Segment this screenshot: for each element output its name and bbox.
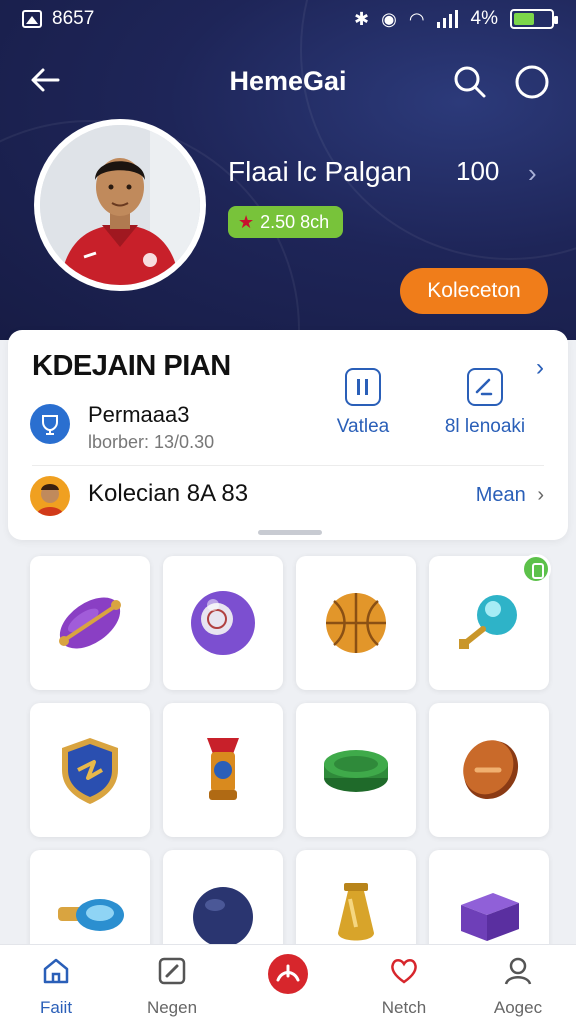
unlock-badge-icon: [521, 554, 551, 584]
item-tile[interactable]: [429, 554, 551, 690]
orange-basketball-icon: [326, 593, 386, 653]
purple-ball-icon: [191, 591, 255, 655]
nav-label: Faiit: [39, 998, 73, 1017]
teal-orb-key-icon: [459, 595, 517, 649]
drag-handle[interactable]: [258, 530, 322, 535]
bluetooth-icon: ✱: [354, 8, 370, 29]
divider: [32, 465, 544, 466]
wifi-icon: ◠: [408, 8, 425, 29]
menu-button[interactable]: [512, 62, 552, 102]
points-badge-label: 2.50 8ch: [260, 211, 330, 232]
search-icon: [454, 66, 486, 98]
green-puck-icon: [324, 750, 388, 792]
permission-title: Permaaa3: [88, 402, 190, 427]
item-tile[interactable]: [30, 703, 150, 837]
signal-icon: [436, 10, 458, 28]
item-tile[interactable]: [163, 556, 283, 690]
nav-label: Negen: [146, 998, 198, 1017]
user-icon: [504, 957, 532, 985]
blue-shield-icon: [62, 738, 118, 804]
purple-rugby-ball-icon: [59, 597, 121, 649]
collection-button[interactable]: Koleceton: [400, 268, 548, 314]
item-tile[interactable]: [30, 556, 150, 690]
center-action-icon: [276, 964, 300, 982]
status-time: 8657: [52, 8, 95, 29]
battery-icon: [510, 9, 558, 29]
search-button[interactable]: [450, 62, 490, 102]
image-icon: [22, 10, 42, 28]
action-lenoaki[interactable]: 8l lenoaki: [430, 368, 540, 438]
nav-label: Aogec: [493, 998, 543, 1017]
action-label: 8l lenoaki: [444, 416, 526, 437]
person-photo-icon: [40, 125, 200, 285]
gold-medal-icon: [207, 738, 239, 800]
avatar-photo: [40, 125, 200, 285]
pause-icon: [345, 368, 381, 406]
trophy-icon: [30, 404, 70, 444]
item-tile[interactable]: [296, 703, 416, 837]
action-label: Vatlea: [336, 416, 390, 437]
nav-item-edit[interactable]: Negen: [122, 955, 222, 1018]
chart-icon: [467, 368, 503, 406]
center-action-button[interactable]: [268, 954, 308, 994]
heart-icon: [391, 959, 417, 984]
chevron-right-icon[interactable]: ›: [528, 158, 537, 189]
chevron-right-icon: ›: [537, 484, 544, 506]
nav-label: Netch: [381, 998, 427, 1017]
collection-link[interactable]: Mean ›: [476, 484, 544, 507]
action-vatlea[interactable]: Vatlea: [330, 368, 396, 438]
permission-subtitle: lborber: 13/0.30: [88, 432, 215, 452]
collection-card: KDEJAIN PIAN › Vatlea 8l lenoaki Permaaa…: [8, 330, 568, 540]
edit-icon: [158, 957, 186, 985]
star-icon: ★: [238, 211, 255, 232]
avatar[interactable]: [34, 119, 206, 291]
profile-count: 100: [456, 156, 500, 186]
user-avatar-icon: [30, 476, 70, 516]
collection-row-label: Kolecian 8A 83: [88, 480, 249, 507]
profile-name: Flaai lc Palgan: [228, 156, 412, 187]
card-title: KDEJAIN PIAN: [32, 350, 231, 382]
battery-percent: 4%: [470, 8, 498, 29]
home-icon: [43, 958, 69, 984]
collection-link-label: Mean: [475, 484, 526, 506]
nav-item-heart[interactable]: Netch: [354, 955, 454, 1018]
item-tile[interactable]: [429, 703, 549, 837]
profile-header: 8657 ✱ ◉ ◠ 4% HemeGai Flaai lc Palgan 10…: [0, 0, 576, 340]
nav-item-home[interactable]: Faiit: [6, 955, 106, 1018]
copper-coin-icon: [463, 740, 519, 800]
status-bar: 8657 ✱ ◉ ◠ 4%: [0, 0, 576, 38]
item-tile[interactable]: [296, 556, 416, 690]
nav-item-profile[interactable]: Aogec: [468, 955, 568, 1018]
item-tile[interactable]: [163, 703, 283, 837]
circle-icon: [515, 65, 549, 99]
points-badge: ★ 2.50 8ch: [228, 206, 344, 238]
location-icon: ◉: [381, 8, 397, 29]
